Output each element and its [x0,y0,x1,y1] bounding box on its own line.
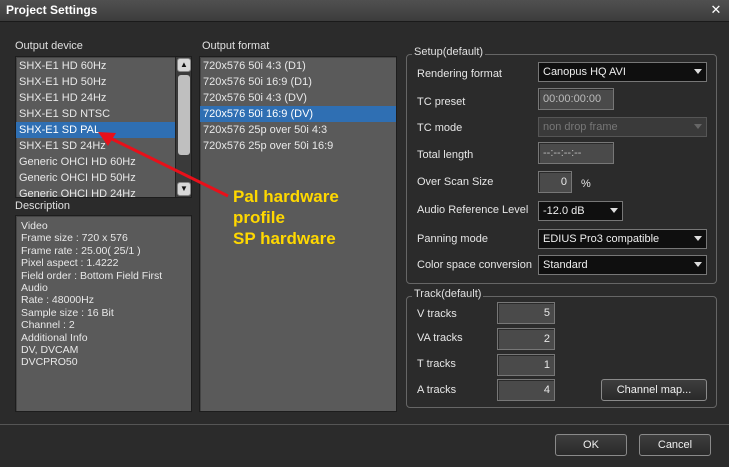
a-tracks-label: A tracks [417,384,457,396]
rendering-format-value: Canopus HQ AVI [543,66,626,78]
annotation-line: SP hardware [233,229,336,248]
annotation-text: Pal hardware profile SP hardware [233,186,339,249]
color-space-select[interactable]: Standard [538,255,707,275]
rendering-format-label: Rendering format [417,68,502,80]
rendering-format-select[interactable]: Canopus HQ AVI [538,62,707,82]
chevron-down-icon [694,236,702,241]
color-space-label: Color space conversion [417,259,532,271]
t-tracks-label: T tracks [417,358,456,370]
t-tracks-input[interactable]: 1 [497,354,555,376]
channel-map-button[interactable]: Channel map... [601,379,707,401]
over-scan-input[interactable]: 0 [538,171,572,193]
tc-mode-value: non drop frame [543,121,618,133]
panning-value: EDIUS Pro3 compatible [543,233,660,245]
audio-ref-value: -12.0 dB [543,205,585,217]
total-length-field: --:--:--:-- [538,142,614,164]
footer-divider [0,424,729,425]
va-tracks-input[interactable]: 2 [497,328,555,350]
annotation-line: profile [233,208,285,227]
v-tracks-input[interactable]: 5 [497,302,555,324]
color-space-value: Standard [543,259,588,271]
panning-label: Panning mode [417,233,488,245]
total-length-label: Total length [417,149,474,161]
track-group-title: Track(default) [412,288,484,300]
setup-group-title: Setup(default) [412,46,486,58]
audio-ref-select[interactable]: -12.0 dB [538,201,623,221]
chevron-down-icon [694,69,702,74]
chevron-down-icon [694,124,702,129]
va-tracks-label: VA tracks [417,332,463,344]
panning-select[interactable]: EDIUS Pro3 compatible [538,229,707,249]
over-scan-unit: % [581,178,591,190]
ok-button[interactable]: OK [555,434,627,456]
v-tracks-label: V tracks [417,308,457,320]
cancel-button[interactable]: Cancel [639,434,711,456]
audio-ref-label: Audio Reference Level [417,204,529,216]
tc-preset-label: TC preset [417,96,466,108]
tc-mode-select: non drop frame [538,117,707,137]
annotation-line: Pal hardware [233,187,339,206]
tc-preset-input[interactable]: 00:00:00:00 [538,88,614,110]
chevron-down-icon [610,208,618,213]
chevron-down-icon [694,262,702,267]
tc-mode-label: TC mode [417,122,463,134]
a-tracks-input[interactable]: 4 [497,379,555,401]
over-scan-label: Over Scan Size [417,176,494,188]
